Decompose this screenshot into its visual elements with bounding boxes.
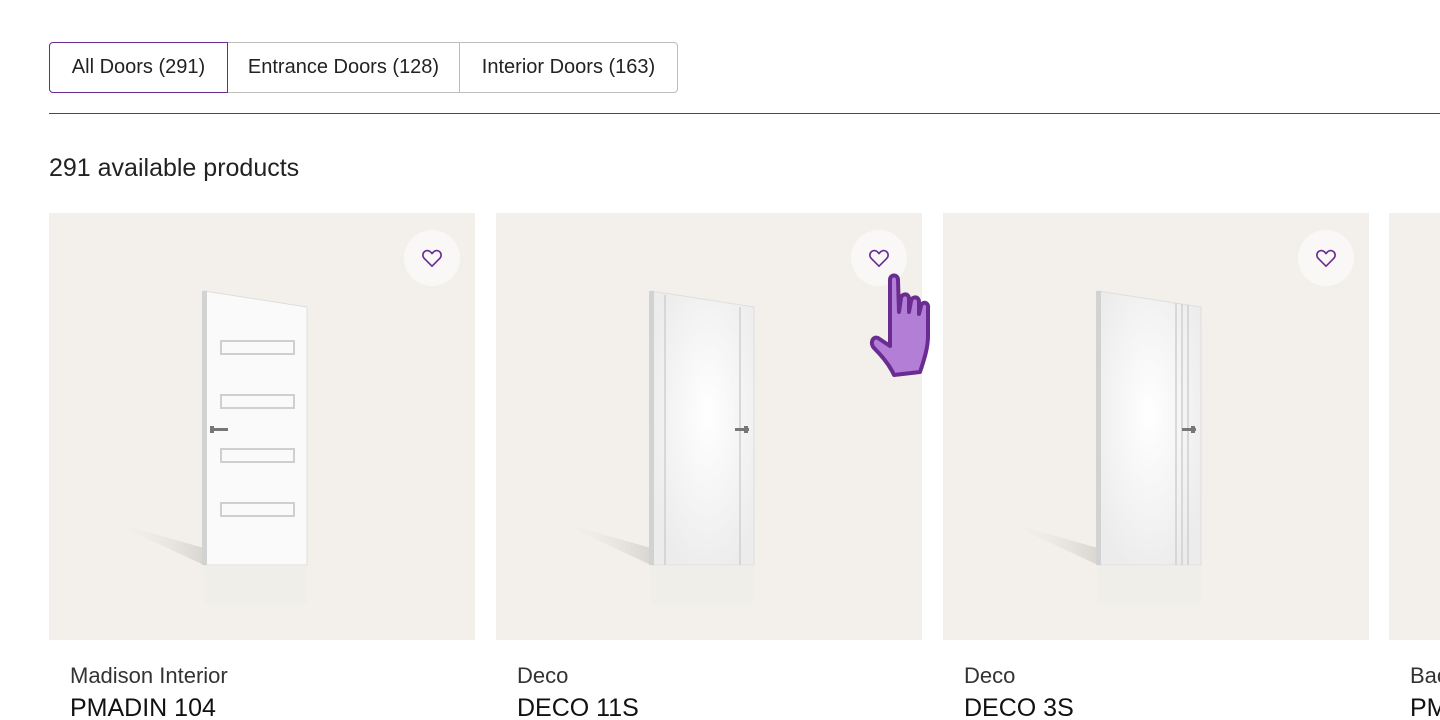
product-brand: Deco [517,663,569,688]
divider [49,113,1440,114]
heart-outline-icon [869,249,889,267]
product-name[interactable]: DECO 3S [964,694,1074,720]
product-count: 291 available products [49,154,300,182]
product-name[interactable]: DECO 11S [517,694,639,720]
product-brand: Deco [964,663,1016,688]
heart-outline-icon [422,249,442,267]
product-image[interactable] [496,213,922,640]
favorite-button[interactable] [851,230,907,286]
product-image[interactable] [1389,213,1440,640]
product-card[interactable]: Deco DECO 3S [943,213,1369,720]
tab-interior-doors[interactable]: Interior Doors (163) [459,42,678,93]
heart-outline-icon [1316,249,1336,267]
tab-entrance-doors[interactable]: Entrance Doors (128) [227,42,460,93]
door-category-tabs: All Doors (291) Entrance Doors (128) Int… [49,42,678,93]
product-image[interactable] [943,213,1369,640]
product-brand: Bac [1410,663,1440,688]
product-image[interactable] [49,213,475,640]
product-card[interactable]: Madison Interior PMADIN 104 [49,213,475,720]
tab-all-doors[interactable]: All Doors (291) [49,42,228,93]
product-card[interactable]: Deco DECO 11S [496,213,922,720]
product-name[interactable]: PMADIN 104 [70,694,216,720]
product-brand: Madison Interior [70,663,228,688]
product-name[interactable]: PM [1410,694,1440,720]
favorite-button[interactable] [1298,230,1354,286]
product-card[interactable]: Bac PM [1389,213,1440,720]
favorite-button[interactable] [404,230,460,286]
